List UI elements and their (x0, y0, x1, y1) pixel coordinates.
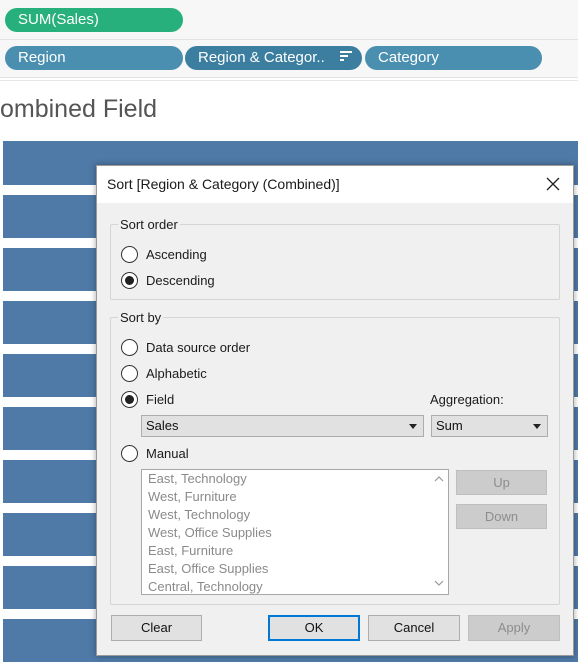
dialog-title: Sort [Region & Category (Combined)] (107, 176, 340, 192)
viz-title: ombined Field (0, 95, 158, 123)
radio-circle (121, 444, 138, 462)
close-icon[interactable] (543, 174, 563, 194)
aggregation-select[interactable]: Sum (431, 415, 548, 437)
ascending-radio[interactable]: Ascending (121, 244, 207, 264)
measure-pill-sum-sales[interactable]: SUM(Sales) (5, 8, 183, 32)
dimension-pill-category[interactable]: Category (365, 46, 542, 70)
pill-label: Region & Categor.. (198, 49, 325, 66)
list-scrollbar[interactable] (431, 470, 448, 594)
radio-circle (121, 390, 138, 408)
down-button[interactable]: Down (456, 504, 547, 529)
select-value: Sum (436, 418, 463, 433)
radio-label: Field (146, 391, 175, 407)
chevron-down-icon[interactable] (434, 578, 444, 588)
field-select[interactable]: Sales (141, 415, 424, 437)
rows-shelf: Region Region & Categor.. Category (0, 40, 578, 78)
radio-circle (121, 338, 138, 356)
sort-order-label: Sort order (118, 217, 180, 232)
list-item[interactable]: West, Office Supplies (142, 524, 448, 542)
radio-circle (121, 364, 138, 382)
ok-button[interactable]: OK (268, 615, 360, 641)
chevron-up-icon[interactable] (434, 474, 444, 484)
sort-by-label: Sort by (118, 310, 164, 325)
radio-circle (121, 245, 138, 263)
select-value: Sales (146, 418, 179, 433)
radio-label: Ascending (146, 246, 207, 262)
radio-label: Manual (146, 445, 189, 461)
list-item[interactable]: West, Technology (142, 506, 448, 524)
radio-circle (121, 271, 138, 289)
apply-button[interactable]: Apply (468, 615, 560, 641)
radio-label: Alphabetic (146, 365, 207, 381)
divider (0, 80, 578, 81)
dimension-pill-region-category[interactable]: Region & Categor.. (185, 46, 362, 70)
alphabetic-radio[interactable]: Alphabetic (121, 363, 207, 383)
dimension-pill-region[interactable]: Region (5, 46, 183, 70)
manual-radio[interactable]: Manual (121, 443, 189, 463)
data-source-order-radio[interactable]: Data source order (121, 337, 250, 357)
up-button[interactable]: Up (456, 470, 547, 495)
field-radio[interactable]: Field (121, 389, 174, 409)
aggregation-label: Aggregation: (430, 392, 504, 407)
list-item[interactable]: East, Technology (142, 470, 448, 488)
descending-radio[interactable]: Descending (121, 270, 215, 290)
cancel-button[interactable]: Cancel (368, 615, 460, 641)
caret-down-icon (533, 424, 541, 429)
sort-dialog: Sort [Region & Category (Combined)] Sort… (96, 165, 574, 656)
radio-label: Descending (146, 272, 215, 288)
dialog-titlebar: Sort [Region & Category (Combined)] (97, 166, 573, 203)
list-item[interactable]: Central, Technology (142, 578, 448, 594)
clear-button[interactable]: Clear (111, 615, 202, 641)
radio-label: Data source order (146, 339, 251, 355)
caret-down-icon (409, 424, 417, 429)
list-item[interactable]: West, Furniture (142, 488, 448, 506)
columns-shelf: SUM(Sales) (0, 0, 578, 40)
sort-descending-icon (340, 51, 352, 63)
manual-sort-list[interactable]: East, Technology West, Furniture West, T… (141, 469, 449, 595)
list-item[interactable]: East, Furniture (142, 542, 448, 560)
list-item[interactable]: East, Office Supplies (142, 560, 448, 578)
